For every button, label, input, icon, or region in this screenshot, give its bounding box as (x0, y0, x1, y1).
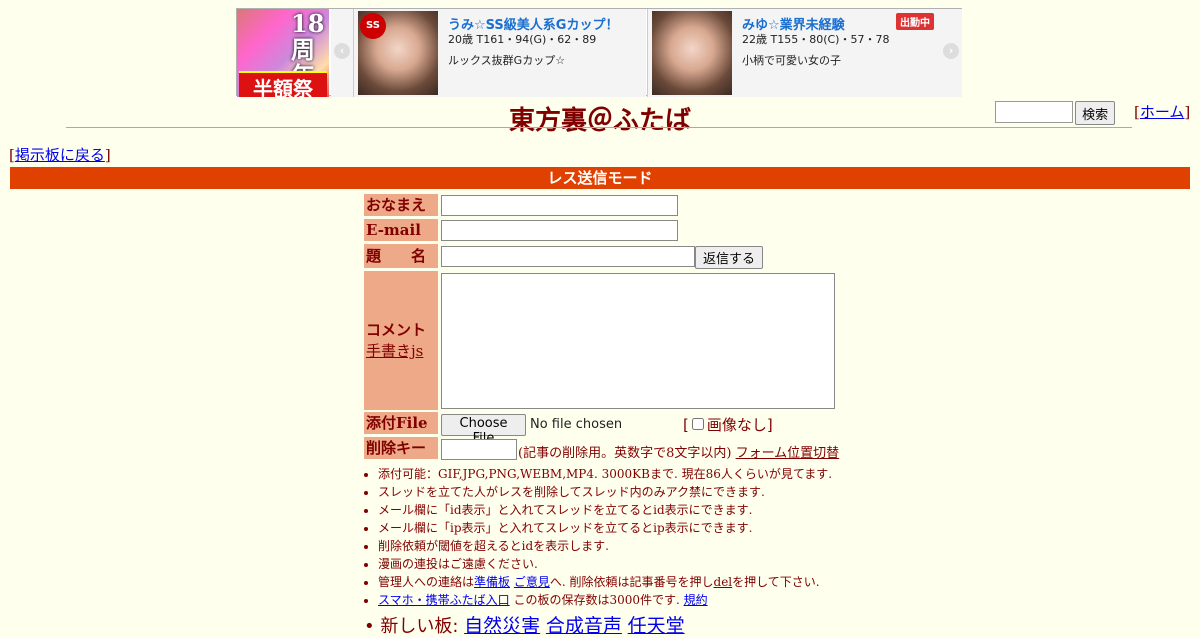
list-item: スマホ・携帯ふたば入口 この板の保存数は3000件です. 規約 (378, 591, 832, 609)
back-nav: [掲示板に戻る] (9, 146, 111, 164)
home-link[interactable]: ホーム (1140, 103, 1185, 121)
delete-key-note-row: (記事の削除用。英数字で8文字以内) フォーム位置切替 (518, 442, 839, 461)
ad-anniversary-image[interactable]: 18周年 半額祭 (237, 9, 329, 97)
delete-key-input[interactable] (441, 439, 517, 460)
chevron-right-icon: › (943, 43, 959, 59)
ad-banner[interactable]: 18周年 半額祭 ‹ SS うみ☆SS級美人系Gカップ！ 20歳 T161・94… (236, 8, 962, 97)
delete-key-label: 削除キー (364, 437, 438, 459)
list-item: 削除依頼が閾値を超えるとidを表示します. (378, 537, 832, 555)
submit-reply-button[interactable]: 返信する (695, 246, 763, 269)
delete-key-note: (記事の削除用。英数字で8文字以内) (518, 446, 732, 461)
form-position-toggle-link[interactable]: フォーム位置切替 (736, 446, 840, 461)
list-item: スレッドを立てた人がレスを削除してスレッド内のみアク禁にできます. (378, 483, 832, 501)
board-link-synth-voice[interactable]: 合成音声 (546, 615, 622, 637)
subject-input[interactable] (441, 246, 695, 267)
name-label: おなまえ (364, 194, 438, 216)
reply-mode-bar: レス送信モード (10, 167, 1190, 189)
board-link-nintendo[interactable]: 任天堂 (628, 615, 685, 637)
rank-badge-icon: SS (360, 13, 386, 39)
divider (66, 127, 1132, 128)
ad-card-1[interactable]: SS うみ☆SS級美人系Gカップ！ 20歳 T161・94(G)・62・89 ル… (353, 9, 646, 97)
ad-card-desc: ルックス抜群Gカップ☆ (448, 54, 566, 67)
ad-card-desc: 小柄で可愛い女の子 (742, 54, 841, 67)
no-image-option: [画像なし] (683, 416, 773, 434)
file-status: No file chosen (530, 417, 623, 432)
new-boards-row: • 新しい板: 自然災害 合成音声 任天堂 (364, 615, 685, 637)
ad-card-photo (652, 11, 732, 95)
search-form: 検索 (995, 101, 1116, 125)
ad-card-2[interactable]: みゆ☆業界未経験 出勤中 22歳 T155・80(C)・57・78 小柄で可愛い… (647, 9, 940, 97)
list-item: メール欄に「id表示」と入れてスレッドを立てるとid表示にできます. (378, 501, 832, 519)
status-badge: 出勤中 (896, 13, 934, 30)
list-item: 添付可能：GIF,JPG,PNG,WEBM,MP4. 3000KBまで. 現在8… (378, 465, 832, 483)
no-image-label: 画像なし (706, 416, 767, 434)
contact-suffix: を押して下さい. (732, 575, 820, 589)
list-item: 漫画の連投はご遠慮ください. (378, 555, 832, 573)
ad-prev-button[interactable]: ‹ (331, 9, 353, 97)
notes-list: 添付可能：GIF,JPG,PNG,WEBM,MP4. 3000KBまで. 現在8… (364, 465, 832, 609)
name-input[interactable] (441, 195, 678, 216)
handwrite-link[interactable]: 手書きjs (366, 342, 423, 360)
search-button[interactable]: 検索 (1075, 101, 1116, 125)
email-input[interactable] (441, 220, 678, 241)
prep-board-link[interactable]: 準備板 (474, 575, 510, 589)
board-link-disaster[interactable]: 自然災害 (464, 615, 540, 637)
contact-middle: へ. 削除依頼は記事番号を押し (549, 575, 714, 589)
chevron-left-icon: ‹ (334, 43, 350, 59)
back-to-board-link[interactable]: 掲示板に戻る (15, 146, 105, 164)
home-nav: [ホーム] (1134, 103, 1191, 121)
feedback-link[interactable]: ご意見 (514, 575, 550, 589)
comment-textarea[interactable] (441, 273, 835, 409)
ad-next-button[interactable]: › (940, 9, 962, 97)
rules-link[interactable]: 規約 (684, 593, 708, 607)
del-link[interactable]: del (714, 575, 733, 589)
choose-file-button[interactable]: Choose File (441, 414, 526, 446)
email-label: E-mail (364, 219, 438, 241)
ad-sale-text: 半額祭 (239, 71, 327, 97)
file-label: 添付File (364, 412, 438, 434)
list-item: メール欄に「ip表示」と入れてスレッドを立てるとip表示にできます. (378, 519, 832, 537)
list-item: 管理人への連絡は準備板 ご意見へ. 削除依頼は記事番号を押しdelを押して下さい… (378, 573, 832, 591)
comment-label: コメント (366, 321, 427, 339)
contact-prefix: 管理人への連絡は (378, 575, 475, 589)
comment-label-cell: コメント 手書きjs (364, 271, 438, 410)
mobile-entrance-link[interactable]: スマホ・携帯ふたば入口 (378, 593, 510, 607)
no-image-checkbox[interactable] (691, 418, 704, 430)
subject-label: 題 名 (364, 244, 438, 268)
storage-note: この板の保存数は3000件です. (509, 593, 684, 607)
new-boards-label: 新しい板: (380, 616, 465, 637)
ad-card-spec: 22歳 T155・80(C)・57・78 (742, 33, 890, 46)
ad-card-spec: 20歳 T161・94(G)・62・89 (448, 33, 597, 46)
search-input[interactable] (995, 101, 1073, 123)
